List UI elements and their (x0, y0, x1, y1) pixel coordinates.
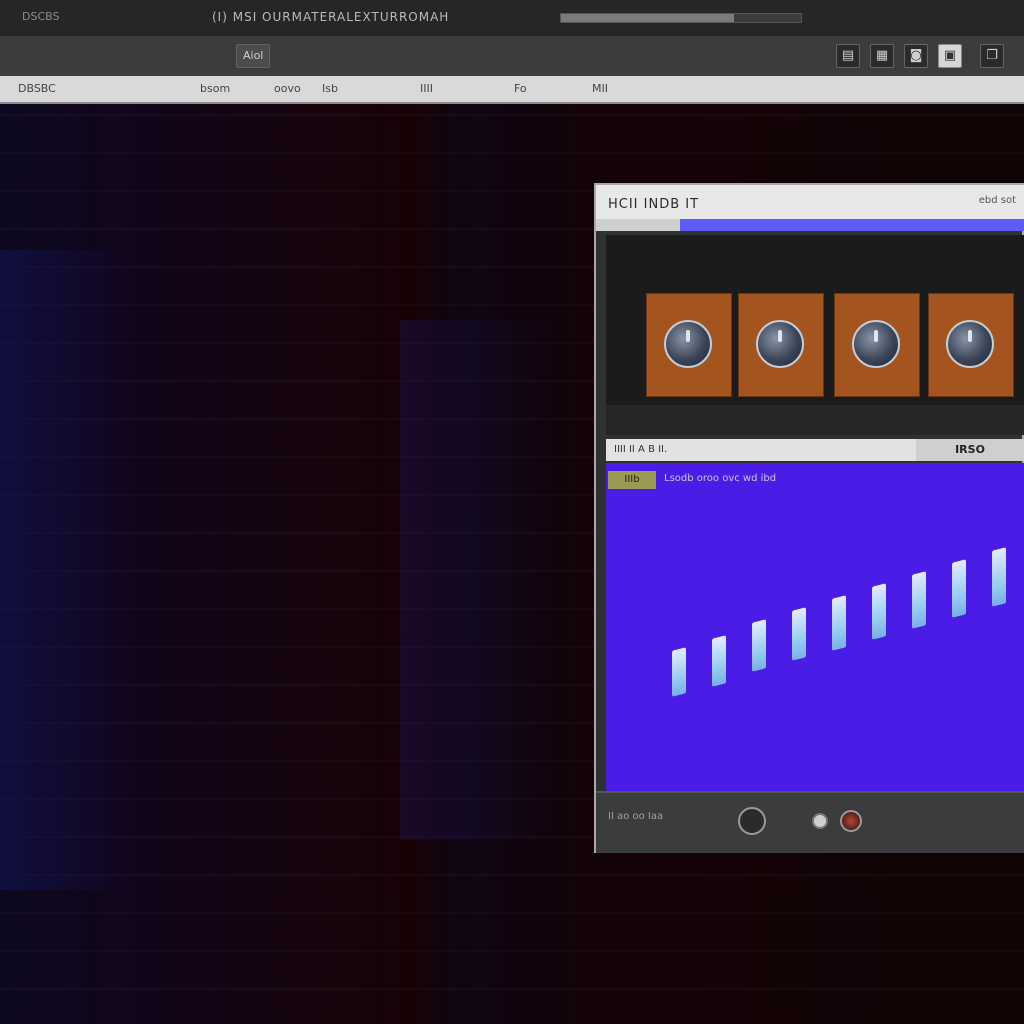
address-field-6[interactable]: MII (592, 82, 608, 95)
play-button[interactable] (738, 807, 766, 835)
address-label: DBSBC (18, 82, 56, 95)
grid-icon[interactable]: ▦ (870, 44, 894, 68)
tile-4[interactable] (928, 293, 1014, 397)
visualization-pane: IIIb Lsodb oroo ovc wd ibd (606, 463, 1024, 791)
tile-3[interactable] (834, 293, 920, 397)
visualization-bar (752, 619, 766, 672)
tile-1[interactable] (646, 293, 732, 397)
title-progress-bar (560, 13, 802, 23)
knob-icon[interactable] (664, 320, 712, 368)
media-pane (606, 235, 1024, 435)
media-window[interactable]: HCII INDB IT ebd sot IIII II A B II. IRS… (594, 183, 1024, 853)
panel-icon[interactable]: ▤ (836, 44, 860, 68)
media-floor (606, 405, 1024, 435)
document-title: (I) MSI OURMATERALEXTURROMAH (212, 10, 450, 24)
main-toolbar: Aiol ▤ ▦ ◙ ▣ ❐ (0, 36, 1024, 77)
window-title: HCII INDB IT (608, 197, 700, 212)
visualization-bar (712, 635, 726, 687)
visualization-bar (672, 647, 686, 698)
toolbar-left-button[interactable]: Aiol (236, 44, 271, 68)
app-titlebar: DSCBS (I) MSI OURMATERALEXTURROMAH (0, 0, 1024, 37)
knob-icon[interactable] (852, 320, 900, 368)
app-label: DSCBS (22, 10, 60, 23)
visualization-bar (872, 583, 886, 640)
window-status-text: II ao oo Iaa (608, 811, 664, 822)
knob-icon[interactable] (756, 320, 804, 368)
knob-icon[interactable] (946, 320, 994, 368)
record-button[interactable] (840, 810, 862, 832)
address-bar[interactable]: DBSBC bsom oovo Isb IIII Fo MII (0, 76, 1024, 104)
visualization-caption: Lsodb oroo ovc wd ibd (664, 473, 777, 484)
window-meta: ebd sot (978, 195, 1016, 206)
window-header[interactable]: HCII INDB IT ebd sot (596, 185, 1024, 219)
option-button[interactable] (812, 813, 828, 829)
mid-toolbar: IIII II A B II. IRSO (606, 439, 1024, 461)
address-field-2[interactable]: oovo (274, 82, 301, 95)
background-glow-left (0, 250, 130, 890)
visualization-bar (912, 571, 926, 629)
visualization-bar (992, 547, 1006, 608)
tile-2[interactable] (738, 293, 824, 397)
window-tab-inactive[interactable] (596, 219, 680, 231)
visualization-tag[interactable]: IIIb (608, 471, 656, 489)
record-icon[interactable]: ▣ (938, 44, 962, 68)
camera-icon[interactable]: ◙ (904, 44, 928, 68)
visualization-bar (952, 559, 966, 618)
window-footer: II ao oo Iaa (596, 791, 1024, 853)
window-icon[interactable]: ❐ (980, 44, 1004, 68)
address-field-4[interactable]: IIII (420, 82, 433, 95)
background-glow-center (400, 320, 550, 840)
mid-toolbar-button[interactable]: IRSO (916, 439, 1024, 461)
address-field-5[interactable]: Fo (514, 82, 527, 95)
window-accent-bar (680, 219, 1024, 231)
address-field-1[interactable]: bsom (200, 82, 230, 95)
title-progress-fill (561, 14, 734, 22)
visualization-bar (792, 607, 806, 662)
visualization-bar (832, 595, 846, 651)
mid-toolbar-label: IIII II A B II. (614, 444, 668, 455)
address-field-3[interactable]: Isb (322, 82, 338, 95)
